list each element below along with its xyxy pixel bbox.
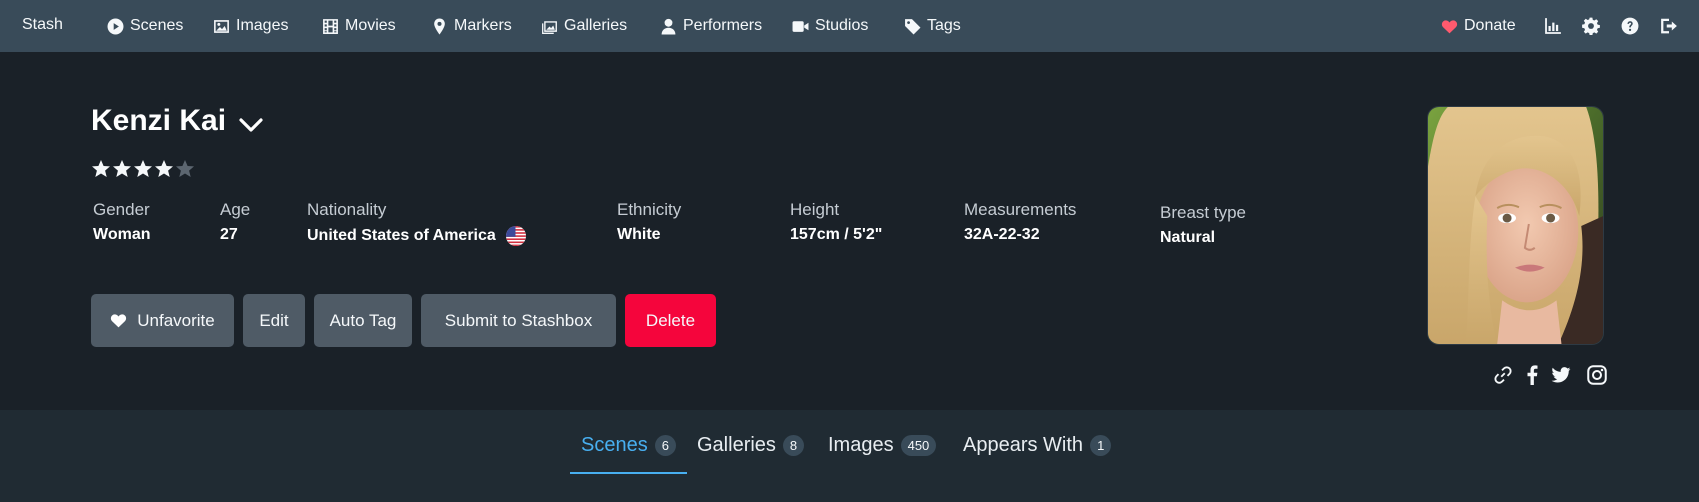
nav-performers-label: Performers — [683, 17, 763, 34]
logout-icon[interactable] — [1659, 16, 1679, 36]
instagram-icon[interactable] — [1586, 364, 1608, 386]
nav-tags[interactable]: Tags — [904, 0, 961, 52]
detail-label: Nationality — [307, 200, 387, 219]
detail-label: Breast type — [1160, 203, 1246, 222]
facebook-icon[interactable] — [1521, 364, 1543, 386]
tab-scenes[interactable]: Scenes 6 — [581, 434, 676, 457]
detail-age: Age 27 — [220, 200, 250, 244]
tab-galleries[interactable]: Galleries 8 — [697, 434, 805, 457]
tab-label: Scenes — [581, 434, 648, 456]
detail-value: White — [617, 226, 661, 243]
film-icon — [322, 18, 339, 35]
edit-label: Edit — [259, 310, 289, 330]
submit-stashbox-label: Submit to Stashbox — [444, 310, 593, 330]
tag-icon — [904, 18, 921, 35]
detail-value: Natural — [1160, 229, 1216, 246]
play-circle-icon — [107, 18, 124, 35]
detail-breast-type: Breast type Natural — [1160, 203, 1246, 247]
detail-label: Height — [790, 200, 840, 219]
tab-count-badge: 6 — [654, 435, 676, 456]
unfavorite-button[interactable]: Unfavorite — [91, 294, 234, 347]
detail-measurements: Measurements 32A-22-32 — [964, 200, 1076, 244]
detail-nationality: Nationality United States of America — [307, 200, 526, 246]
detail-value: 27 — [220, 226, 238, 243]
donate-label: Donate — [1464, 17, 1516, 34]
nav-performers[interactable]: Performers — [660, 0, 762, 52]
nav-movies[interactable]: Movies — [322, 0, 396, 52]
star-4-icon[interactable] — [154, 159, 174, 179]
detail-label: Measurements — [964, 200, 1077, 219]
tab-label: Images — [828, 434, 894, 456]
detail-value: 32A-22-32 — [964, 226, 1040, 243]
us-flag-icon — [505, 226, 526, 246]
star-5-icon[interactable] — [175, 159, 195, 179]
tab-count-badge: 450 — [900, 435, 937, 456]
heart-icon — [1441, 18, 1458, 35]
detail-value: Woman — [93, 226, 151, 243]
performer-name: Kenzi Kai — [91, 104, 227, 137]
submit-stashbox-button[interactable]: Submit to Stashbox — [421, 294, 616, 347]
nav-studios-label: Studios — [815, 17, 869, 34]
rating-stars — [91, 159, 195, 179]
auto-tag-button[interactable]: Auto Tag — [314, 294, 412, 347]
brand-link[interactable]: Stash — [22, 16, 63, 34]
nav-galleries[interactable]: Galleries — [541, 0, 627, 52]
nav-images[interactable]: Images — [213, 0, 288, 52]
chart-icon[interactable] — [1543, 16, 1563, 36]
tab-count-badge: 8 — [782, 435, 805, 456]
chevron-down-icon[interactable] — [236, 110, 266, 140]
tab-images[interactable]: Images 450 — [828, 434, 937, 457]
tab-count-badge: 1 — [1090, 435, 1112, 456]
delete-label: Delete — [645, 310, 696, 330]
edit-button[interactable]: Edit — [243, 294, 305, 347]
gear-icon[interactable] — [1581, 16, 1601, 36]
detail-label: Ethnicity — [617, 200, 682, 219]
map-marker-icon — [431, 18, 448, 35]
detail-label: Gender — [93, 200, 150, 219]
unfavorite-label: Unfavorite — [137, 310, 215, 330]
link-icon[interactable] — [1492, 364, 1514, 386]
detail-label: Age — [220, 200, 251, 219]
detail-height: Height 157cm / 5'2" — [790, 200, 882, 244]
nav-images-label: Images — [236, 17, 289, 34]
help-icon[interactable] — [1620, 16, 1640, 36]
nav-tags-label: Tags — [927, 17, 961, 34]
nav-galleries-label: Galleries — [564, 17, 628, 34]
nav-movies-label: Movies — [345, 17, 396, 34]
nav-markers[interactable]: Markers — [431, 0, 512, 52]
twitter-icon[interactable] — [1550, 364, 1572, 386]
tab-label: Appears With — [963, 434, 1084, 456]
tab-appears-with[interactable]: Appears With 1 — [963, 434, 1112, 457]
detail-value: United States of America — [307, 226, 526, 246]
user-icon — [660, 18, 677, 35]
image-icon — [213, 18, 230, 35]
performer-image[interactable] — [1427, 106, 1604, 345]
detail-value: 157cm / 5'2" — [790, 226, 883, 243]
detail-gender: Gender Woman — [93, 200, 150, 244]
star-3-icon[interactable] — [133, 159, 153, 179]
auto-tag-label: Auto Tag — [329, 310, 397, 330]
nav-markers-label: Markers — [454, 17, 512, 34]
star-2-icon[interactable] — [112, 159, 132, 179]
video-icon — [792, 18, 809, 35]
delete-button[interactable]: Delete — [625, 294, 716, 347]
tab-label: Galleries — [697, 434, 776, 456]
heart-icon — [111, 314, 127, 328]
donate-link[interactable]: Donate — [1441, 0, 1516, 52]
nav-studios[interactable]: Studios — [792, 0, 868, 52]
detail-ethnicity: Ethnicity White — [617, 200, 681, 244]
active-tab-indicator — [570, 472, 687, 474]
star-1-icon[interactable] — [91, 159, 111, 179]
images-icon — [541, 18, 558, 35]
nav-scenes-label: Scenes — [130, 17, 184, 34]
top-navbar: Stash Scenes Images Movies Markers Galle… — [0, 0, 1699, 52]
nav-scenes[interactable]: Scenes — [107, 0, 183, 52]
